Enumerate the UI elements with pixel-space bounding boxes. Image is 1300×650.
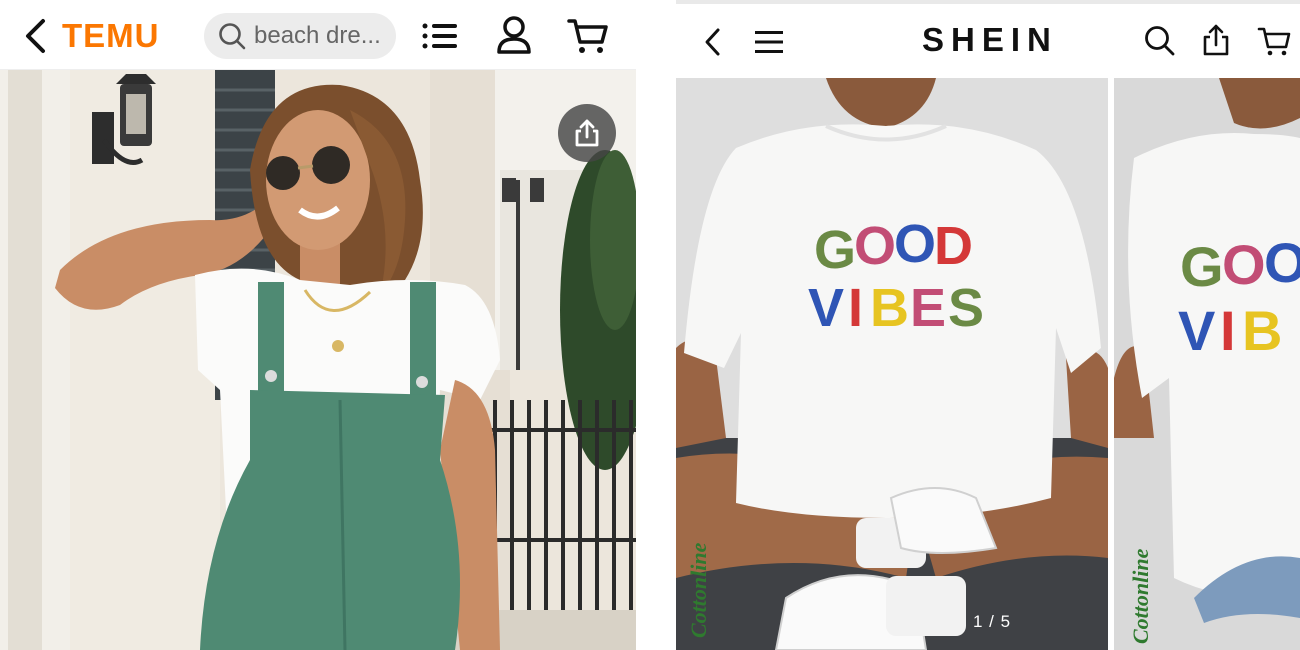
search-icon (1145, 26, 1175, 56)
list-icon (422, 23, 457, 49)
slide-counter: 1 / 5 (972, 612, 1012, 631)
temu-logo[interactable]: TEMU (62, 16, 160, 56)
cart-icon (567, 19, 608, 53)
product-photo[interactable] (0, 70, 636, 650)
product-photo-slide-1[interactable]: G O O D V I B E S Cottonline (676, 78, 1108, 650)
search-input[interactable] (254, 22, 394, 50)
category-list-button[interactable] (420, 18, 460, 54)
share-icon (1203, 24, 1229, 56)
user-icon (497, 16, 531, 54)
temu-header: TEMU (0, 0, 636, 70)
search-button[interactable] (1142, 22, 1178, 60)
cart-button[interactable] (1254, 22, 1294, 60)
shein-app-screen: G O O D V I B E S Cottonline G O O V I B… (676, 0, 1300, 650)
share-button[interactable] (558, 104, 616, 162)
search-bar[interactable] (204, 13, 396, 59)
menu-icon (755, 31, 783, 53)
account-button[interactable] (494, 14, 534, 56)
back-button[interactable] (698, 24, 728, 60)
shirt-letter-i: I (848, 278, 863, 338)
shirt-letter-o2: O (894, 214, 936, 274)
shein-logo[interactable]: SHEIN (922, 20, 1058, 60)
shirt-letter-b: B (1242, 299, 1282, 362)
shirt-letter-d: D (934, 216, 973, 276)
shirt-letter-b: B (870, 278, 909, 338)
product-photo-slide-2[interactable]: G O O V I B Cottonline (1114, 78, 1300, 650)
share-button[interactable] (1198, 20, 1234, 60)
shirt-letter-o1: O (1222, 233, 1266, 296)
cart-button[interactable] (566, 16, 610, 56)
menu-button[interactable] (752, 24, 786, 60)
back-arrow-icon (26, 19, 45, 53)
shirt-letter-i: I (1220, 299, 1236, 362)
back-arrow-icon (705, 28, 720, 56)
shirt-letter-e: E (910, 278, 946, 338)
temu-app-screen: TEMU (0, 0, 636, 650)
shirt-letter-s: S (948, 278, 984, 338)
shirt-letter-v: V (808, 278, 844, 338)
shirt-letter-g: G (1180, 235, 1224, 298)
shirt-letter-o2: O (1264, 231, 1300, 294)
share-icon (575, 119, 599, 147)
watermark-text: Cottonline (686, 542, 711, 638)
watermark-text: Cottonline (1128, 548, 1153, 644)
back-button[interactable] (18, 18, 54, 54)
shirt-letter-g: G (814, 220, 856, 280)
cart-icon (1257, 27, 1291, 56)
search-icon (219, 23, 246, 50)
shirt-letter-o1: O (854, 216, 896, 276)
shirt-letter-v: V (1178, 299, 1215, 362)
